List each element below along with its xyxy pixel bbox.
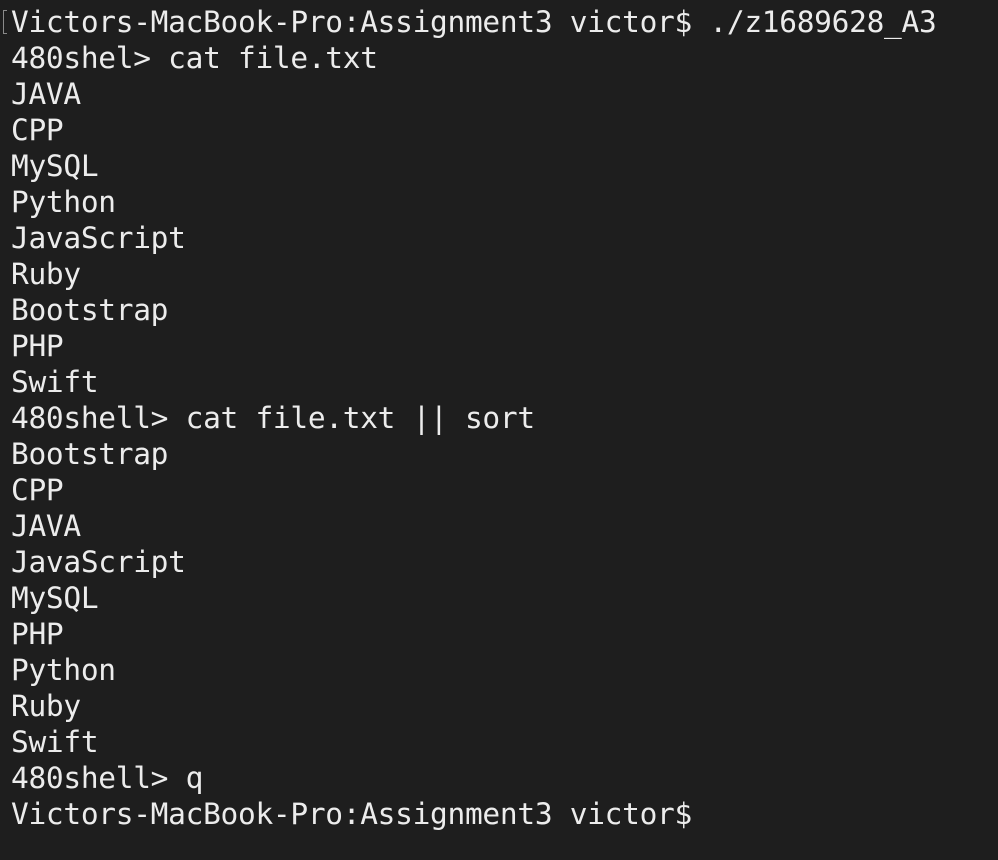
terminal-line-command-quit: 480shell> q xyxy=(11,761,204,795)
terminal-line-current-prompt[interactable]: Victors-MacBook-Pro:Assignment3 victor$ xyxy=(11,796,998,832)
terminal-line-output: MySQL xyxy=(11,149,99,183)
terminal-line-output: JavaScript xyxy=(11,221,186,255)
terminal-line-output: JAVA xyxy=(11,77,81,111)
terminal-line-prompt-run: Victors-MacBook-Pro:Assignment3 victor$ … xyxy=(11,5,937,39)
terminal-line-command-cat: 480shel> cat file.txt xyxy=(11,41,378,75)
terminal-line-output: CPP xyxy=(11,473,64,507)
terminal-line-output: Python xyxy=(11,653,116,687)
terminal-line-output: Ruby xyxy=(11,257,81,291)
terminal-line-output: Bootstrap xyxy=(11,293,169,327)
terminal-line-output: JAVA xyxy=(11,509,81,543)
terminal-line-output: Swift xyxy=(11,725,99,759)
terminal-line-command-sort: 480shell> cat file.txt || sort xyxy=(11,401,535,435)
terminal-line-output: MySQL xyxy=(11,581,99,615)
terminal-line-output: Swift xyxy=(11,365,99,399)
terminal-line-output: PHP xyxy=(11,329,64,363)
terminal-line-output: PHP xyxy=(11,617,64,651)
terminal-line-output: CPP xyxy=(11,113,64,147)
terminal-line-output: Bootstrap xyxy=(11,437,169,471)
terminal-line-output: JavaScript xyxy=(11,545,186,579)
terminal-line-output: Python xyxy=(11,185,116,219)
terminal-window[interactable]: Victors-MacBook-Pro:Assignment3 victor$ … xyxy=(0,0,998,860)
mark-bracket-icon xyxy=(3,10,7,34)
terminal-line-output: Ruby xyxy=(11,689,81,723)
